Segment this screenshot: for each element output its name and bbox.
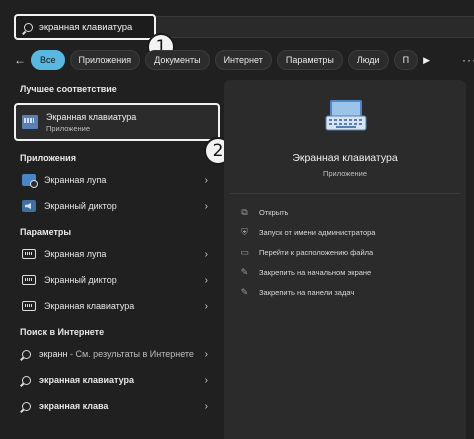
pin-taskbar-icon: ✎	[240, 286, 249, 297]
action-label: Закрепить на начальном экране	[259, 267, 372, 277]
action-label: Запуск от имени администратора	[259, 227, 376, 237]
play-icon[interactable]: ▶	[423, 50, 430, 70]
action-label: Закрепить на панели задач	[259, 287, 355, 297]
action-open[interactable]: ⧉ Открыть	[240, 202, 460, 222]
filter-settings[interactable]: Параметры	[276, 50, 343, 70]
chevron-right-icon[interactable]: ›	[205, 175, 208, 186]
chevron-right-icon[interactable]: ›	[205, 201, 208, 212]
action-label: Перейти к расположению файла	[259, 247, 374, 257]
list-item-app-magnifier[interactable]: Экранная лупа ›	[14, 167, 220, 193]
settings-icon	[22, 275, 36, 285]
list-item-web-1[interactable]: экранная клавиатура ›	[14, 367, 220, 393]
action-pin-taskbar[interactable]: ✎ Закрепить на панели задач	[240, 282, 460, 302]
chevron-right-icon[interactable]: ›	[205, 249, 208, 260]
chevron-right-icon[interactable]: ›	[205, 401, 208, 412]
filter-internet[interactable]: Интернет	[214, 50, 272, 70]
divider	[230, 193, 460, 194]
settings-icon	[22, 301, 36, 311]
shield-icon: ⛨	[241, 226, 248, 237]
web-query: экранн	[39, 349, 68, 359]
settings-icon	[22, 249, 36, 259]
chevron-right-icon[interactable]: ›	[205, 349, 208, 360]
chevron-right-icon[interactable]: ›	[205, 275, 208, 286]
list-item-web-2[interactable]: экранная клава ›	[14, 393, 220, 419]
list-item-label: Экранный диктор	[44, 275, 117, 285]
list-item-label: Экранная лупа	[44, 175, 107, 185]
detail-panel: Экранная клавиатура Приложение ⧉ Открыть…	[224, 80, 466, 439]
folder-icon: ▭	[240, 246, 249, 257]
keyboard-icon	[325, 100, 367, 131]
list-item-label: Экранная клавиатура	[44, 301, 135, 311]
best-match-name: Экранная клавиатура	[46, 111, 137, 122]
chevron-right-icon[interactable]: ›	[205, 375, 208, 386]
section-title-settings: Параметры	[20, 227, 72, 237]
narrator-icon	[22, 200, 36, 212]
search-icon	[22, 349, 31, 359]
list-item-web-0[interactable]: экранн - См. результаты в Интернете ›	[14, 341, 220, 367]
filter-all[interactable]: Все	[31, 50, 65, 70]
search-input[interactable]	[39, 21, 149, 33]
filter-apps[interactable]: Приложения	[69, 50, 141, 70]
section-title-apps: Приложения	[20, 153, 76, 163]
web-query: экранная клава	[39, 401, 109, 411]
list-item-label: Экранный диктор	[44, 201, 117, 211]
best-match-type: Приложение	[46, 123, 90, 133]
list-item-app-narrator[interactable]: Экранный диктор ›	[14, 193, 220, 219]
keyboard-icon	[22, 115, 38, 129]
filter-bar: ← Все Приложения Документы Интернет Пара…	[14, 49, 474, 71]
pin-icon: ✎	[240, 266, 249, 277]
filter-documents[interactable]: Документы	[145, 50, 210, 70]
web-query: экранная клавиатура	[39, 375, 135, 385]
action-open-file-location[interactable]: ▭ Перейти к расположению файла	[240, 242, 460, 262]
detail-subtitle: Приложение	[323, 169, 367, 178]
search-icon	[24, 22, 33, 32]
action-pin-start[interactable]: ✎ Закрепить на начальном экране	[240, 262, 460, 282]
list-item-label: Экранная лупа	[44, 249, 107, 259]
list-item-setting-narrator[interactable]: Экранный диктор ›	[14, 267, 220, 293]
back-arrow-icon[interactable]: ←	[14, 50, 26, 70]
search-box[interactable]	[14, 14, 156, 40]
magnifier-icon	[22, 174, 38, 188]
chevron-right-icon[interactable]: ›	[205, 301, 208, 312]
action-label: Открыть	[259, 207, 289, 217]
best-match-item[interactable]: Экранная клавиатура Приложение	[14, 103, 220, 141]
search-icon	[22, 375, 31, 385]
results-list: Лучшее соответствие Экранная клавиатура …	[14, 80, 220, 419]
more-options-icon[interactable]: ···	[462, 53, 474, 67]
web-result-text: экранн - См. результаты в Интернете	[39, 349, 194, 359]
web-suffix: - См. результаты в Интернете	[67, 349, 194, 359]
filter-people[interactable]: Люди	[347, 50, 389, 70]
section-title-best-match: Лучшее соответствие	[20, 84, 117, 94]
section-title-web: Поиск в Интернете	[20, 327, 105, 337]
search-bar-extension	[156, 16, 474, 38]
list-item-setting-magnifier[interactable]: Экранная лупа ›	[14, 241, 220, 267]
search-icon	[22, 401, 31, 411]
list-item-setting-keyboard[interactable]: Экранная клавиатура ›	[14, 293, 220, 319]
action-list: ⧉ Открыть ⛨ Запуск от имени администрато…	[240, 202, 460, 302]
filter-more-truncated[interactable]: П	[393, 50, 419, 70]
action-run-as-admin[interactable]: ⛨ Запуск от имени администратора	[240, 222, 460, 242]
open-icon: ⧉	[241, 206, 248, 217]
detail-title: Экранная клавиатура	[292, 152, 398, 164]
